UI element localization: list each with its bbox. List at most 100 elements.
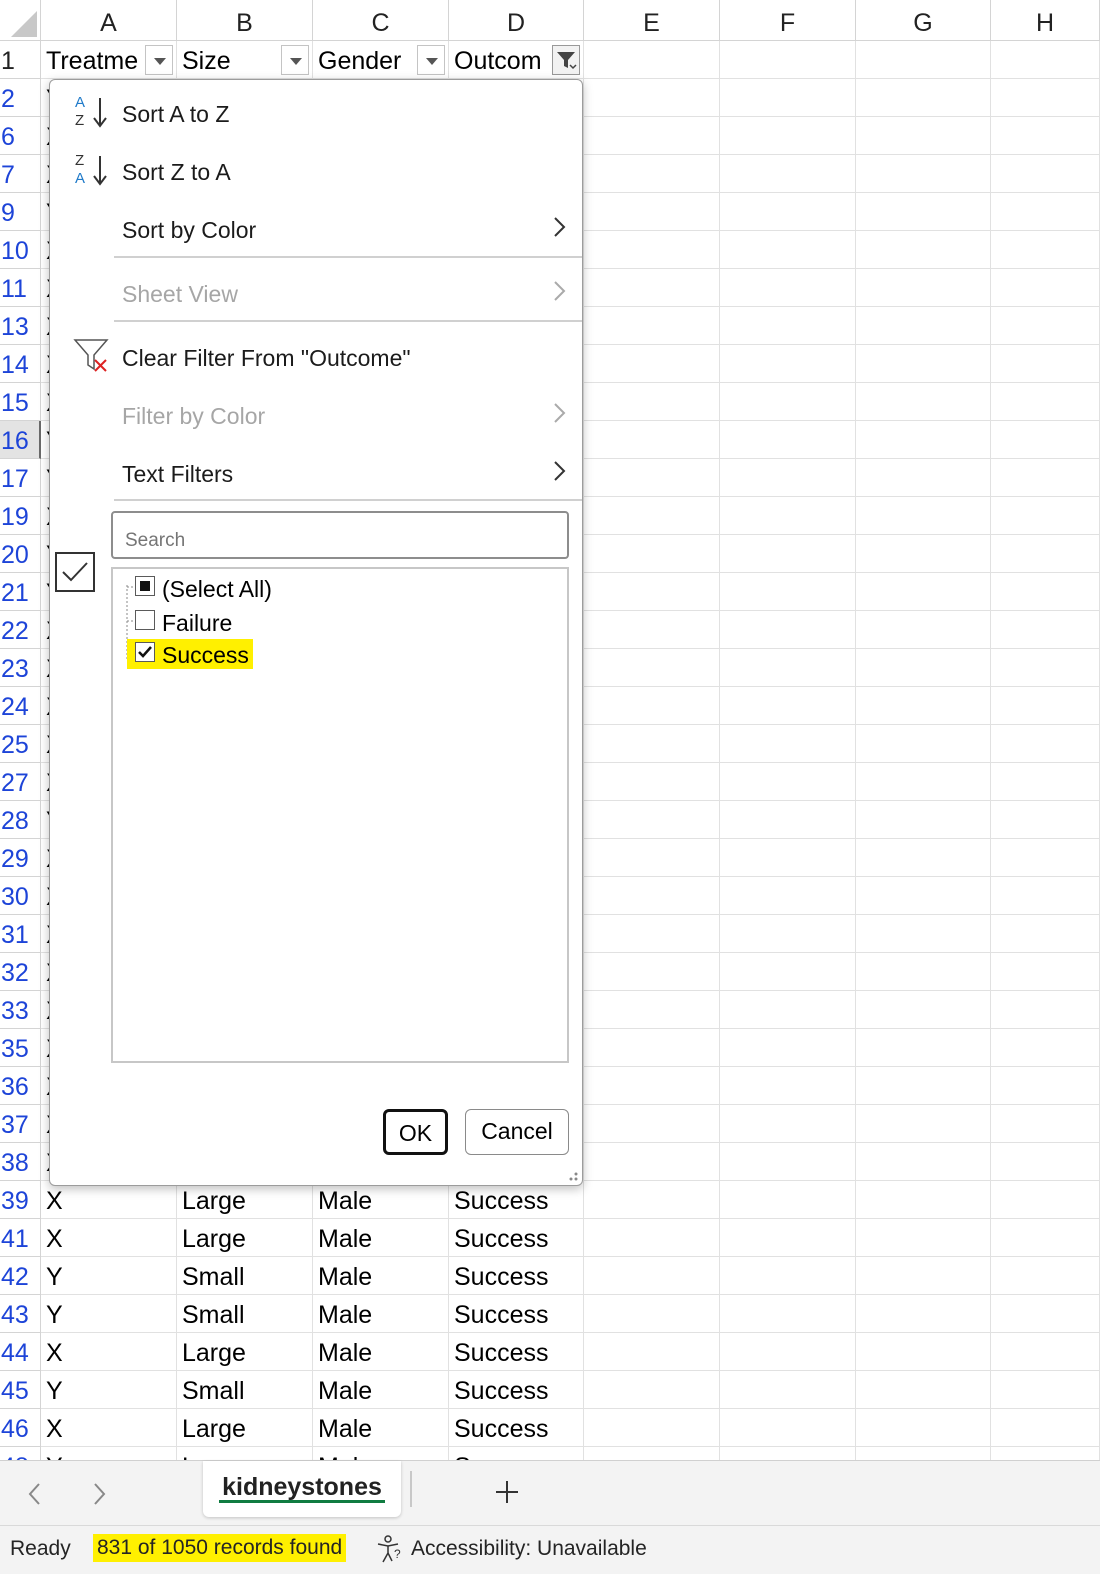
empty-cell[interactable] [584, 117, 720, 155]
row-header[interactable]: 11 [0, 269, 41, 307]
empty-cell[interactable] [991, 991, 1100, 1029]
empty-cell[interactable] [720, 459, 856, 497]
resize-grip-icon[interactable] [565, 1168, 579, 1182]
empty-cell[interactable] [991, 573, 1100, 611]
empty-cell[interactable] [584, 649, 720, 687]
empty-cell[interactable] [991, 421, 1100, 459]
empty-cell[interactable] [856, 155, 991, 193]
sort-z-a-item[interactable]: Z A Sort Z to A [50, 144, 580, 196]
empty-cell[interactable] [584, 877, 720, 915]
empty-cell[interactable] [720, 307, 856, 345]
empty-cell[interactable] [720, 725, 856, 763]
filter-dropdown-button[interactable] [552, 45, 580, 75]
checkbox-checked[interactable] [135, 642, 155, 662]
data-cell[interactable]: Success [449, 1257, 584, 1295]
empty-cell[interactable] [991, 1219, 1100, 1257]
row-header[interactable]: 24 [0, 687, 41, 725]
chevron-right-icon[interactable] [90, 1481, 108, 1507]
empty-cell[interactable] [720, 953, 856, 991]
empty-cell[interactable] [720, 839, 856, 877]
empty-cell[interactable] [720, 535, 856, 573]
empty-cell[interactable] [991, 915, 1100, 953]
empty-cell[interactable] [720, 1067, 856, 1105]
empty-cell[interactable] [584, 1029, 720, 1067]
row-header[interactable]: 31 [0, 915, 41, 953]
sort-by-color-item[interactable]: Sort by Color [50, 202, 580, 254]
empty-cell[interactable] [991, 79, 1100, 117]
cancel-button[interactable]: Cancel [465, 1109, 569, 1155]
empty-cell[interactable] [991, 687, 1100, 725]
row-header[interactable]: 29 [0, 839, 41, 877]
search-input[interactable] [111, 511, 569, 559]
data-cell[interactable]: Male [313, 1333, 449, 1371]
filter-dropdown-button[interactable] [417, 45, 445, 75]
empty-cell[interactable] [856, 1029, 991, 1067]
empty-cell[interactable] [720, 1371, 856, 1409]
filter-dropdown-button[interactable] [145, 45, 173, 75]
row-header[interactable]: 15 [0, 383, 41, 421]
empty-cell[interactable] [584, 155, 720, 193]
empty-cell[interactable] [720, 1143, 856, 1181]
empty-cell[interactable] [856, 497, 991, 535]
data-cell[interactable]: Success [449, 1333, 584, 1371]
empty-cell[interactable] [720, 1219, 856, 1257]
empty-cell[interactable] [856, 307, 991, 345]
add-sheet-icon[interactable] [494, 1479, 520, 1505]
ok-button[interactable]: OK [383, 1109, 448, 1155]
empty-cell[interactable] [584, 687, 720, 725]
data-cell[interactable]: X [41, 1333, 177, 1371]
data-cell[interactable]: Success [449, 1371, 584, 1409]
empty-cell[interactable] [991, 649, 1100, 687]
empty-cell[interactable] [991, 1143, 1100, 1181]
empty-cell[interactable] [991, 535, 1100, 573]
empty-cell[interactable] [584, 801, 720, 839]
empty-cell[interactable] [584, 915, 720, 953]
empty-cell[interactable] [991, 1409, 1100, 1447]
sort-a-z-item[interactable]: A Z Sort A to Z [50, 86, 580, 138]
empty-cell[interactable] [991, 383, 1100, 421]
row-header[interactable]: 43 [0, 1295, 41, 1333]
row-header[interactable]: 25 [0, 725, 41, 763]
row-header[interactable]: 19 [0, 497, 41, 535]
empty-cell[interactable] [991, 117, 1100, 155]
empty-cell[interactable] [991, 497, 1100, 535]
data-cell[interactable]: Large [177, 1219, 313, 1257]
empty-cell[interactable] [856, 269, 991, 307]
empty-cell[interactable] [584, 1143, 720, 1181]
row-header[interactable]: 10 [0, 231, 41, 269]
empty-cell[interactable] [720, 649, 856, 687]
empty-cell[interactable] [584, 725, 720, 763]
empty-cell[interactable] [584, 573, 720, 611]
empty-cell[interactable] [856, 1333, 991, 1371]
empty-cell[interactable] [856, 611, 991, 649]
empty-cell[interactable] [856, 1181, 991, 1219]
empty-cell[interactable] [720, 155, 856, 193]
empty-cell[interactable] [584, 839, 720, 877]
empty-cell[interactable] [856, 1219, 991, 1257]
empty-cell[interactable] [991, 839, 1100, 877]
row-header[interactable]: 32 [0, 953, 41, 991]
empty-cell[interactable] [720, 497, 856, 535]
list-item-success[interactable]: Success [127, 639, 253, 669]
empty-cell[interactable] [584, 79, 720, 117]
row-header[interactable]: 41 [0, 1219, 41, 1257]
empty-cell[interactable] [991, 1181, 1100, 1219]
empty-cell[interactable] [584, 231, 720, 269]
empty-cell[interactable] [991, 1295, 1100, 1333]
row-header[interactable]: 17 [0, 459, 41, 497]
empty-cell[interactable] [856, 459, 991, 497]
empty-cell[interactable] [991, 611, 1100, 649]
data-cell[interactable]: Success [449, 1219, 584, 1257]
data-cell[interactable]: Small [177, 1371, 313, 1409]
empty-cell[interactable] [856, 1105, 991, 1143]
empty-cell[interactable] [856, 535, 991, 573]
empty-cell[interactable] [856, 421, 991, 459]
empty-cell[interactable] [991, 1257, 1100, 1295]
empty-cell[interactable] [584, 1257, 720, 1295]
empty-cell[interactable] [991, 725, 1100, 763]
empty-cell[interactable] [991, 345, 1100, 383]
row-header[interactable]: 6 [0, 117, 41, 155]
row-header[interactable]: 1 [0, 41, 41, 79]
empty-cell[interactable] [856, 193, 991, 231]
empty-cell[interactable] [856, 1295, 991, 1333]
